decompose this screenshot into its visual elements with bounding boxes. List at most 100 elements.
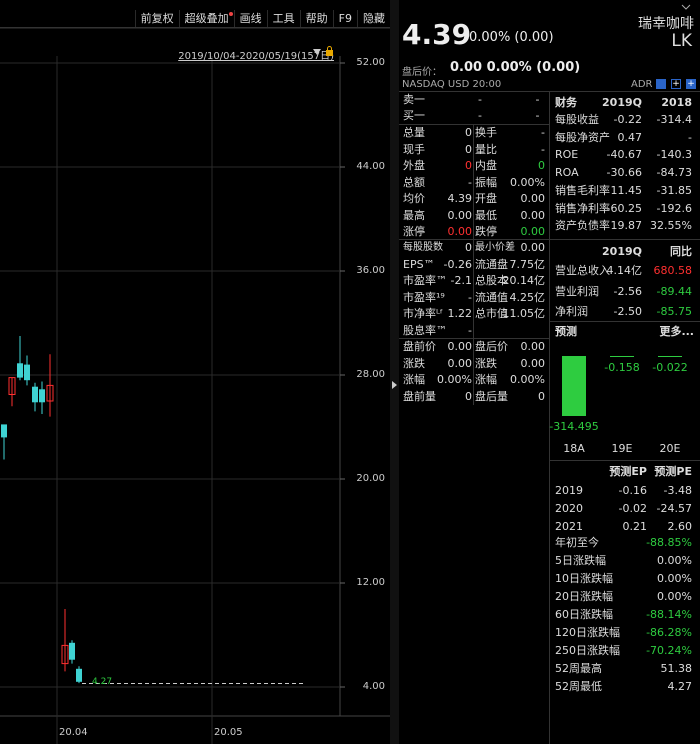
stat-value: -2.1 xyxy=(450,274,472,287)
lock-icon[interactable] xyxy=(325,46,334,56)
stat-value: - xyxy=(541,126,545,139)
x-tick-label: 20.04 xyxy=(59,727,88,738)
kline-chart-panel[interactable]: 前复权 超级叠加 画线 工具 帮助 F9 隐藏 2019/10/04-2020/05/19(… xyxy=(0,0,390,744)
stat-value: 4.39 xyxy=(447,192,473,205)
stat-label: 涨跌 xyxy=(403,356,425,370)
stat-label: 涨幅 xyxy=(475,373,497,386)
forecast-ep: -0.02 xyxy=(618,502,647,515)
finance-label: 销售净利率 xyxy=(555,201,610,215)
finance-value: -314.4 xyxy=(656,113,692,126)
stat-value: 4.25亿 xyxy=(509,290,546,304)
performance-label: 5日涨跌幅 xyxy=(555,554,606,567)
forecast-more-link[interactable]: 更多... xyxy=(659,324,694,340)
adr-label[interactable]: ADR xyxy=(631,79,653,90)
candle-body xyxy=(17,363,23,378)
stat-label: 内盘 xyxy=(475,159,497,172)
forecast-year: 2019 xyxy=(555,484,583,497)
finance-value: -60.25 xyxy=(606,201,642,215)
range-dropdown-icon[interactable] xyxy=(312,47,322,60)
y-tick-label: 36.00 xyxy=(356,265,385,276)
toolbar-item[interactable]: F9 xyxy=(332,10,357,27)
stat-value: 0.00 xyxy=(447,225,473,238)
stat-value: 0.00 xyxy=(447,356,473,370)
forecast-year: 2020 xyxy=(555,502,583,515)
finance-label: 每股收益 xyxy=(555,113,599,126)
panel-splitter[interactable] xyxy=(390,0,399,744)
stat-label: 最高 xyxy=(403,208,425,222)
stat-value: -0.26 xyxy=(443,257,472,271)
afterhours-price-label: 盘后价： xyxy=(402,67,442,78)
stat-label: 涨跌 xyxy=(475,356,497,370)
stat-value: 0 xyxy=(465,241,472,254)
finance-value: -2.50 xyxy=(613,305,642,318)
finance-label: ROE xyxy=(555,148,579,162)
finance-value: 19.87 xyxy=(610,219,643,233)
toolbar-item[interactable]: 超级叠加 xyxy=(178,10,234,27)
stat-value: 0 xyxy=(538,389,545,403)
stat-value: - xyxy=(468,175,472,189)
finance-header: 财务 xyxy=(555,96,577,109)
finance-value: 0.47 xyxy=(617,130,643,144)
edit-icon[interactable] xyxy=(656,79,666,89)
finance-value: -89.44 xyxy=(656,284,692,298)
finance-value: -30.66 xyxy=(606,166,642,180)
performance-value: 0.00% xyxy=(657,554,692,567)
stat-label: 流通值 xyxy=(475,290,508,304)
finance-value: 680.58 xyxy=(653,264,693,277)
stat-label: 总量 xyxy=(403,126,425,139)
stat-label: 总额 xyxy=(403,175,425,189)
date-range-label[interactable]: 2019/10/04-2020/05/19(157日) xyxy=(178,47,334,62)
y-tick-label: 44.00 xyxy=(356,161,385,172)
stat-value: 0.00 xyxy=(520,192,546,205)
stat-value: 0.00 xyxy=(447,340,473,353)
stat-value: 0.00 xyxy=(520,356,546,370)
forecast-year-label: 19E xyxy=(611,442,633,455)
finance-value: -31.85 xyxy=(656,183,692,197)
stat-value: 1.22 xyxy=(447,307,473,320)
toolbar-item[interactable]: 帮助 xyxy=(299,10,333,27)
toolbar-item[interactable]: 工具 xyxy=(266,10,300,27)
finance-label: 营业总收入 xyxy=(555,264,610,277)
stat-label: 最小价差 xyxy=(475,242,515,253)
window-menu-icon[interactable] xyxy=(680,0,692,10)
performance-value: 51.38 xyxy=(660,662,693,675)
performance-label: 年初至今 xyxy=(555,536,599,549)
stat-value: 0 xyxy=(465,142,472,156)
stat-value: 0.00 xyxy=(520,340,546,353)
candle-body xyxy=(76,668,82,682)
finance-value: -40.67 xyxy=(606,148,642,162)
stat-label: 外盘 xyxy=(403,159,425,172)
finance-value: 4.14亿 xyxy=(606,264,643,277)
forecast-pe: -24.57 xyxy=(656,502,692,515)
add-icon[interactable]: + xyxy=(671,79,681,89)
performance-value: -70.24% xyxy=(646,644,692,657)
stat-value: 0.00 xyxy=(520,208,546,222)
exchange-info: NASDAQ USD 20:00 xyxy=(402,79,502,90)
finance-header: 同比 xyxy=(670,245,692,258)
y-tick-label: 52.00 xyxy=(356,57,385,68)
performance-label: 52周最高 xyxy=(555,662,602,675)
stat-label: 均价 xyxy=(403,192,425,205)
stat-value: 0 xyxy=(538,159,545,172)
orderbook-label: 卖一 xyxy=(403,93,425,106)
finance-label: 净利润 xyxy=(555,305,588,318)
stat-value: 0.00% xyxy=(510,373,545,386)
collapse-arrow-icon[interactable] xyxy=(391,380,398,393)
stat-value: 0.00 xyxy=(520,241,546,254)
stat-value: 11.05亿 xyxy=(502,307,546,320)
forecast-bar xyxy=(562,356,586,416)
stat-label: 流通盘 xyxy=(475,257,508,271)
add-watchlist-icon[interactable]: + xyxy=(686,79,696,89)
kline-chart[interactable] xyxy=(0,0,390,744)
toolbar-item[interactable]: 画线 xyxy=(233,10,267,27)
toolbar-item[interactable]: 隐藏 xyxy=(357,10,390,27)
performance-label: 60日涨跌幅 xyxy=(555,608,613,621)
forecast-title: 预测 xyxy=(555,325,577,338)
finance-value: 32.55% xyxy=(650,219,692,233)
stat-label: 现手 xyxy=(403,142,425,156)
finance-value: -0.22 xyxy=(613,113,642,126)
toolbar-item[interactable]: 前复权 xyxy=(134,10,179,27)
stat-label: 涨停 xyxy=(403,225,425,238)
stat-value: - xyxy=(468,323,472,337)
last-price-marker: 4.27 xyxy=(92,677,113,688)
